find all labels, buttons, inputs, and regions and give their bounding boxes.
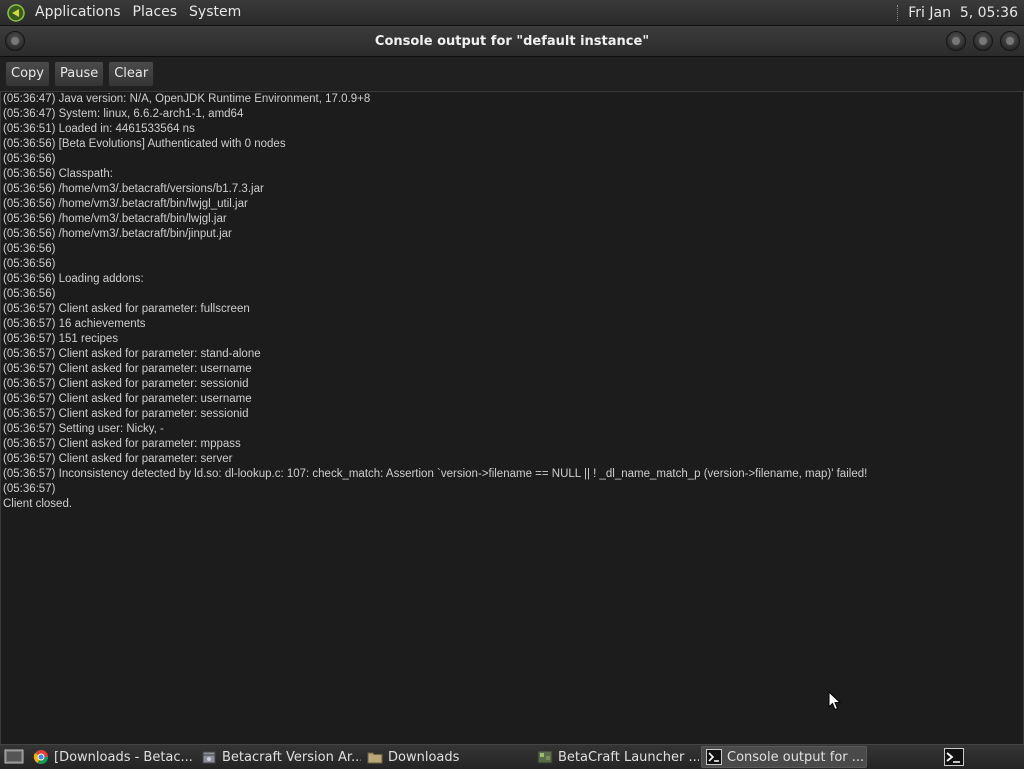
system-menu[interactable]: System xyxy=(183,0,247,25)
top-panel: Applications Places System Fri Jan 5, 05… xyxy=(0,0,1024,26)
taskbar-item[interactable]: BetaCraft Launcher ... xyxy=(533,746,699,768)
panel-separator xyxy=(897,4,902,21)
console-line: (05:36:57) Client asked for parameter: m… xyxy=(3,438,241,450)
console-line: Client closed. xyxy=(3,498,73,510)
task-list: [Downloads - Betac... Betacraft Version A… xyxy=(29,746,869,768)
window-title: Console output for "default instance" xyxy=(374,33,650,49)
console-line: (05:36:56) /home/vm3/.betacraft/bin/jinp… xyxy=(3,228,232,240)
clear-button[interactable]: Clear xyxy=(108,61,155,87)
console-line: (05:36:57) Client asked for parameter: s… xyxy=(3,453,233,465)
console-line: (05:36:57) 151 recipes xyxy=(3,333,119,345)
console-line: (05:36:57) 16 achievements xyxy=(3,318,146,330)
console-line: (05:36:57) Setting user: Nicky, - xyxy=(3,423,164,435)
console-line: (05:36:56) xyxy=(3,243,56,255)
console-line: (05:36:56) xyxy=(3,153,56,165)
console-line: (05:36:56) xyxy=(3,258,56,270)
window-menu-button[interactable] xyxy=(5,31,25,51)
console-line: (05:36:47) Java version: N/A, OpenJDK Ru… xyxy=(3,93,371,105)
console-line: (05:36:57) Client asked for parameter: s… xyxy=(3,408,249,420)
console-line: (05:36:57) Client asked for parameter: u… xyxy=(3,363,252,375)
show-desktop-icon[interactable] xyxy=(3,747,25,767)
terminal-tray-icon[interactable] xyxy=(944,748,964,766)
console-line: (05:36:56) xyxy=(3,288,56,300)
taskbar-item-label: BetaCraft Launcher ... xyxy=(558,749,699,765)
console-line: (05:36:57) Client asked for parameter: s… xyxy=(3,378,249,390)
close-button[interactable] xyxy=(1000,31,1020,51)
taskbar-item[interactable]: Betacraft Version Ar... xyxy=(197,746,361,768)
console-line: (05:36:56) /home/vm3/.betacraft/bin/lwjg… xyxy=(3,198,248,210)
console-line: (05:36:56) Classpath: xyxy=(3,168,113,180)
betacraft-icon xyxy=(537,750,553,764)
taskbar: [Downloads - Betac... Betacraft Version A… xyxy=(0,744,1024,769)
console-line: (05:36:57) Client asked for parameter: s… xyxy=(3,348,261,360)
terminal-icon xyxy=(706,749,722,765)
distro-logo-icon[interactable] xyxy=(7,3,25,22)
mouse-pointer-icon xyxy=(828,691,842,711)
chrome-icon xyxy=(33,750,48,764)
console-line: (05:36:56) Loading addons: xyxy=(3,273,144,285)
window-titlebar[interactable]: Console output for "default instance" xyxy=(0,26,1024,57)
minimize-button[interactable] xyxy=(946,31,966,51)
console-line: (05:36:56) [Beta Evolutions] Authenticat… xyxy=(3,138,286,150)
applications-menu[interactable]: Applications xyxy=(29,0,127,25)
console-line: (05:36:56) /home/vm3/.betacraft/versions… xyxy=(3,183,264,195)
places-menu[interactable]: Places xyxy=(127,0,184,25)
pause-button[interactable]: Pause xyxy=(53,61,105,87)
taskbar-item[interactable]: Downloads xyxy=(363,746,527,768)
maximize-button[interactable] xyxy=(973,31,993,51)
copy-button[interactable]: Copy xyxy=(5,61,50,87)
console-line: (05:36:57) Client asked for parameter: f… xyxy=(3,303,250,315)
taskbar-item[interactable]: Console output for ... xyxy=(701,746,867,768)
taskbar-item-label: Downloads xyxy=(388,749,460,765)
console-line: (05:36:57) Client asked for parameter: u… xyxy=(3,393,252,405)
console-line: (05:36:56) /home/vm3/.betacraft/bin/lwjg… xyxy=(3,213,227,225)
package-icon xyxy=(202,751,216,764)
console-toolbar: Copy Pause Clear xyxy=(0,57,1024,91)
folder-icon xyxy=(367,752,383,764)
taskbar-item-label: Betacraft Version Ar... xyxy=(222,749,361,765)
console-line: (05:36:57) Inconsistency detected by ld.… xyxy=(3,468,868,480)
console-line: (05:36:51) Loaded in: 4461533564 ns xyxy=(3,123,195,135)
console-output[interactable]: (05:36:47) Java version: N/A, OpenJDK Ru… xyxy=(0,91,1024,745)
console-line: (05:36:47) System: linux, 6.6.2-arch1-1,… xyxy=(3,108,244,120)
console-line: (05:36:57) xyxy=(3,483,56,495)
clock[interactable]: Fri Jan 5, 05:36 xyxy=(908,5,1024,21)
taskbar-item-label: Console output for ... xyxy=(727,749,865,765)
taskbar-item-label: [Downloads - Betac... xyxy=(54,749,193,765)
taskbar-item[interactable]: [Downloads - Betac... xyxy=(29,746,195,768)
